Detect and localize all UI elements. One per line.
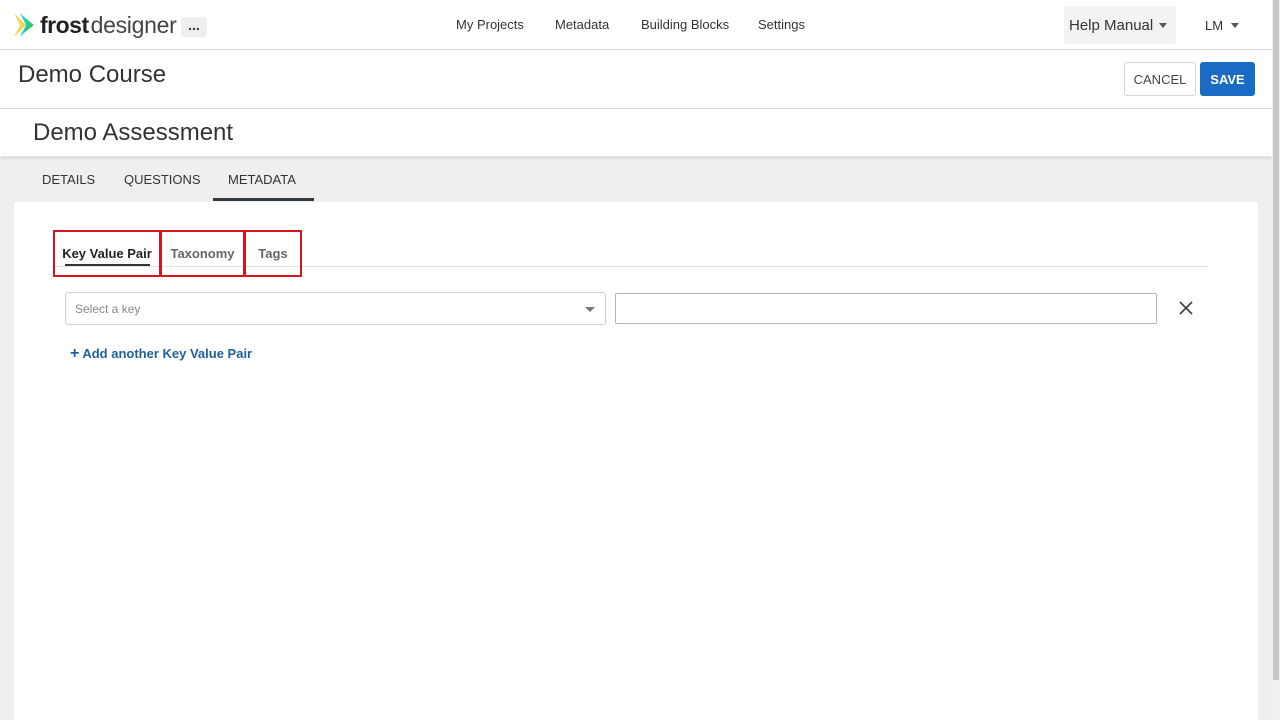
chevron-down-icon: [1159, 22, 1168, 28]
save-button[interactable]: SAVE: [1200, 62, 1255, 96]
help-manual-label: Help Manual: [1069, 16, 1154, 34]
scrollbar-thumb[interactable]: [1273, 0, 1279, 680]
chevron-down-icon: [585, 307, 595, 312]
assessment-title: Demo Assessment: [33, 119, 234, 146]
user-menu-dropdown[interactable]: LM: [1205, 18, 1240, 33]
tab-questions[interactable]: QUESTIONS: [124, 172, 201, 187]
tab-details[interactable]: DETAILS: [42, 172, 95, 187]
close-icon[interactable]: [1178, 300, 1194, 316]
help-manual-dropdown[interactable]: Help Manual: [1064, 6, 1176, 44]
sub-tab-label: Taxonomy: [170, 246, 235, 261]
top-navigation-bar: frost designer ... My Projects Metadata …: [0, 0, 1272, 50]
key-select-placeholder: Select a key: [75, 302, 141, 316]
active-tab-indicator: [213, 198, 314, 201]
plus-icon: +: [70, 344, 80, 362]
course-header: Demo Course CANCEL SAVE: [0, 51, 1272, 109]
sub-tab-label: Tags: [258, 246, 288, 261]
nav-item-building-blocks[interactable]: Building Blocks: [641, 17, 729, 32]
sub-tab-taxonomy[interactable]: Taxonomy: [160, 230, 245, 277]
nav-item-settings[interactable]: Settings: [758, 17, 805, 32]
value-input[interactable]: [615, 293, 1157, 324]
assessment-tabs: DETAILS QUESTIONS METADATA: [0, 157, 1272, 201]
cancel-button[interactable]: CANCEL: [1124, 62, 1196, 96]
nav-item-my-projects[interactable]: My Projects: [456, 17, 524, 32]
add-key-value-pair-label: Add another Key Value Pair: [82, 346, 253, 361]
user-initials: LM: [1205, 18, 1224, 33]
add-key-value-pair-link[interactable]: + Add another Key Value Pair: [70, 344, 253, 362]
metadata-panel: [14, 202, 1258, 720]
tab-metadata[interactable]: METADATA: [228, 172, 296, 187]
chevron-down-icon: [1231, 23, 1240, 28]
sub-tab-tags[interactable]: Tags: [244, 230, 302, 277]
page-scrollbar[interactable]: [1272, 0, 1280, 720]
nav-item-metadata[interactable]: Metadata: [555, 17, 609, 32]
key-select-dropdown[interactable]: Select a key: [65, 292, 606, 325]
active-sub-tab-indicator: [65, 264, 150, 266]
assessment-header: Demo Assessment: [0, 110, 1272, 156]
sub-tab-label: Key Value Pair: [62, 246, 152, 261]
course-title: Demo Course: [18, 61, 167, 88]
sub-tab-key-value-pair[interactable]: Key Value Pair: [53, 230, 161, 277]
